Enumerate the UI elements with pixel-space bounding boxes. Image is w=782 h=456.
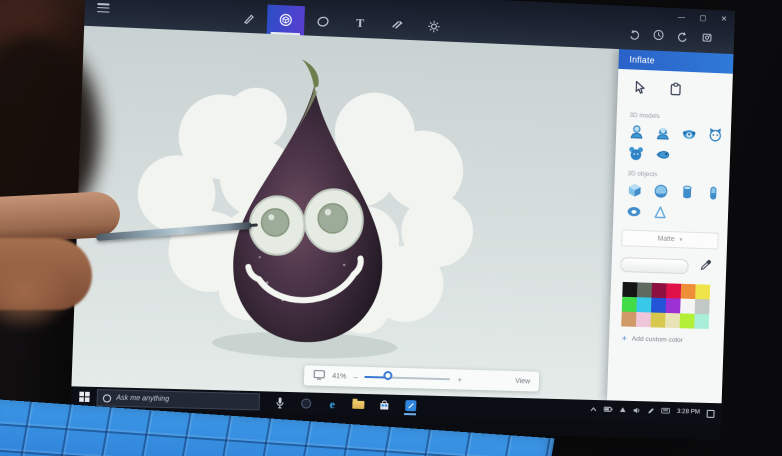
sun-icon xyxy=(427,20,440,34)
hand-knuckles xyxy=(0,252,74,332)
close-button[interactable]: ✕ xyxy=(721,15,727,23)
paint-3d-app-icon[interactable] xyxy=(403,396,418,414)
object-torus-icon[interactable] xyxy=(626,204,642,220)
palette-swatch[interactable] xyxy=(680,299,695,314)
up-arrow-icon[interactable] xyxy=(619,407,626,416)
file-explorer-icon[interactable] xyxy=(351,395,366,413)
current-color-swatch[interactable] xyxy=(620,257,689,274)
object-sphere-icon[interactable] xyxy=(653,183,669,199)
cortana-icon xyxy=(103,394,111,402)
text-tool-button[interactable]: T xyxy=(341,8,379,39)
models-grid xyxy=(615,121,731,165)
3d-tool-button[interactable] xyxy=(267,5,305,36)
panel-tools xyxy=(617,69,733,107)
history-tools xyxy=(628,26,723,48)
canvas-tool-button[interactable] xyxy=(415,11,453,42)
store-icon[interactable] xyxy=(377,396,392,414)
palette-swatch[interactable] xyxy=(681,284,696,299)
chevron-down-icon: ▾ xyxy=(679,236,682,243)
sticker-icon xyxy=(316,15,330,29)
microphone-icon[interactable] xyxy=(273,393,288,411)
palette-swatch[interactable] xyxy=(637,282,652,297)
photo-scene: Untitled - Paint Preview — ▢ ✕ xyxy=(0,0,782,456)
palette-swatch[interactable] xyxy=(636,297,651,312)
object-cone-icon[interactable] xyxy=(652,205,668,221)
add-custom-color-label: Add custom color xyxy=(632,336,683,344)
palette-swatch[interactable] xyxy=(680,313,695,328)
zoom-out-button[interactable]: – xyxy=(353,372,358,381)
action-center-icon[interactable] xyxy=(707,409,715,417)
minimize-button[interactable]: — xyxy=(678,13,686,21)
paste-icon[interactable] xyxy=(669,82,682,101)
history-button[interactable] xyxy=(652,27,664,45)
system-tray: 3:28 PM xyxy=(590,406,721,419)
object-capsule-icon[interactable] xyxy=(705,185,721,201)
palette-swatch[interactable] xyxy=(651,298,666,313)
model-mouse-icon[interactable] xyxy=(628,146,644,162)
material-value: Matte xyxy=(658,236,675,243)
taskbar-apps: e xyxy=(273,393,418,415)
plus-icon: + xyxy=(622,334,627,343)
fit-to-screen-icon[interactable] xyxy=(313,370,325,382)
model-man-icon[interactable] xyxy=(629,124,645,140)
palette-swatch[interactable] xyxy=(666,283,681,298)
palette-swatch[interactable] xyxy=(621,312,636,327)
model-woman-icon[interactable] xyxy=(655,125,671,141)
eyedropper-icon[interactable] xyxy=(700,258,712,276)
brush-icon xyxy=(242,11,256,25)
fig-stem xyxy=(301,59,319,88)
palette-swatch[interactable] xyxy=(695,299,710,314)
restore-button[interactable]: ▢ xyxy=(699,14,706,22)
material-dropdown[interactable]: Matte ▾ xyxy=(621,229,719,249)
color-palette xyxy=(621,282,725,330)
palette-swatch[interactable] xyxy=(622,282,637,297)
palette-swatch[interactable] xyxy=(695,284,710,299)
touch-keyboard-icon[interactable] xyxy=(661,408,670,417)
battery-icon[interactable] xyxy=(604,406,613,415)
zoom-percentage: 41% xyxy=(332,373,346,380)
object-cube-icon[interactable] xyxy=(627,182,643,198)
select-cursor-icon[interactable] xyxy=(633,80,646,99)
3d-doodle-icon xyxy=(279,13,293,27)
effects-tool-button[interactable] xyxy=(378,10,416,41)
speaker-icon[interactable] xyxy=(633,407,641,417)
model-dog-icon[interactable] xyxy=(681,126,697,142)
edge-icon[interactable]: e xyxy=(325,394,340,412)
zoom-slider[interactable] xyxy=(365,376,451,381)
object-cylinder-icon[interactable] xyxy=(679,184,695,200)
sticker-tool-button[interactable] xyxy=(304,6,342,37)
palette-swatch[interactable] xyxy=(636,312,651,327)
zoom-slider-knob[interactable] xyxy=(383,371,392,380)
palette-swatch[interactable] xyxy=(666,298,681,313)
share-button[interactable] xyxy=(701,30,713,48)
window-controls: — ▢ ✕ xyxy=(678,13,727,23)
model-cat-icon[interactable] xyxy=(707,127,723,143)
circle-app-icon[interactable] xyxy=(299,394,314,412)
menu-icon[interactable] xyxy=(97,3,110,13)
palette-swatch[interactable] xyxy=(665,313,680,328)
objects-grid xyxy=(613,180,729,224)
palette-swatch[interactable] xyxy=(651,283,666,298)
view-button[interactable]: View xyxy=(515,378,530,385)
add-custom-color-button[interactable]: + Add custom color xyxy=(622,334,724,346)
palette-swatch[interactable] xyxy=(694,314,709,329)
zoom-in-button[interactable]: + xyxy=(457,375,462,384)
side-panel: Inflate 3D models xyxy=(607,49,734,403)
undo-button[interactable] xyxy=(628,26,640,44)
pen-icon[interactable] xyxy=(648,407,655,417)
start-button[interactable] xyxy=(79,388,90,407)
text-icon: T xyxy=(356,16,365,31)
brush-tool-button[interactable] xyxy=(229,3,267,34)
search-input[interactable]: Ask me anything xyxy=(116,395,169,403)
palette-swatch[interactable] xyxy=(622,297,637,312)
model-fish-icon[interactable] xyxy=(654,147,670,163)
chevron-up-icon[interactable] xyxy=(590,407,597,415)
zoom-bar: 41% – + View xyxy=(304,365,540,391)
palette-swatch[interactable] xyxy=(650,312,665,327)
effects-icon xyxy=(390,18,403,32)
current-color-row xyxy=(620,255,718,276)
clock[interactable]: 3:28 PM xyxy=(677,409,700,416)
redo-button[interactable] xyxy=(677,28,689,46)
